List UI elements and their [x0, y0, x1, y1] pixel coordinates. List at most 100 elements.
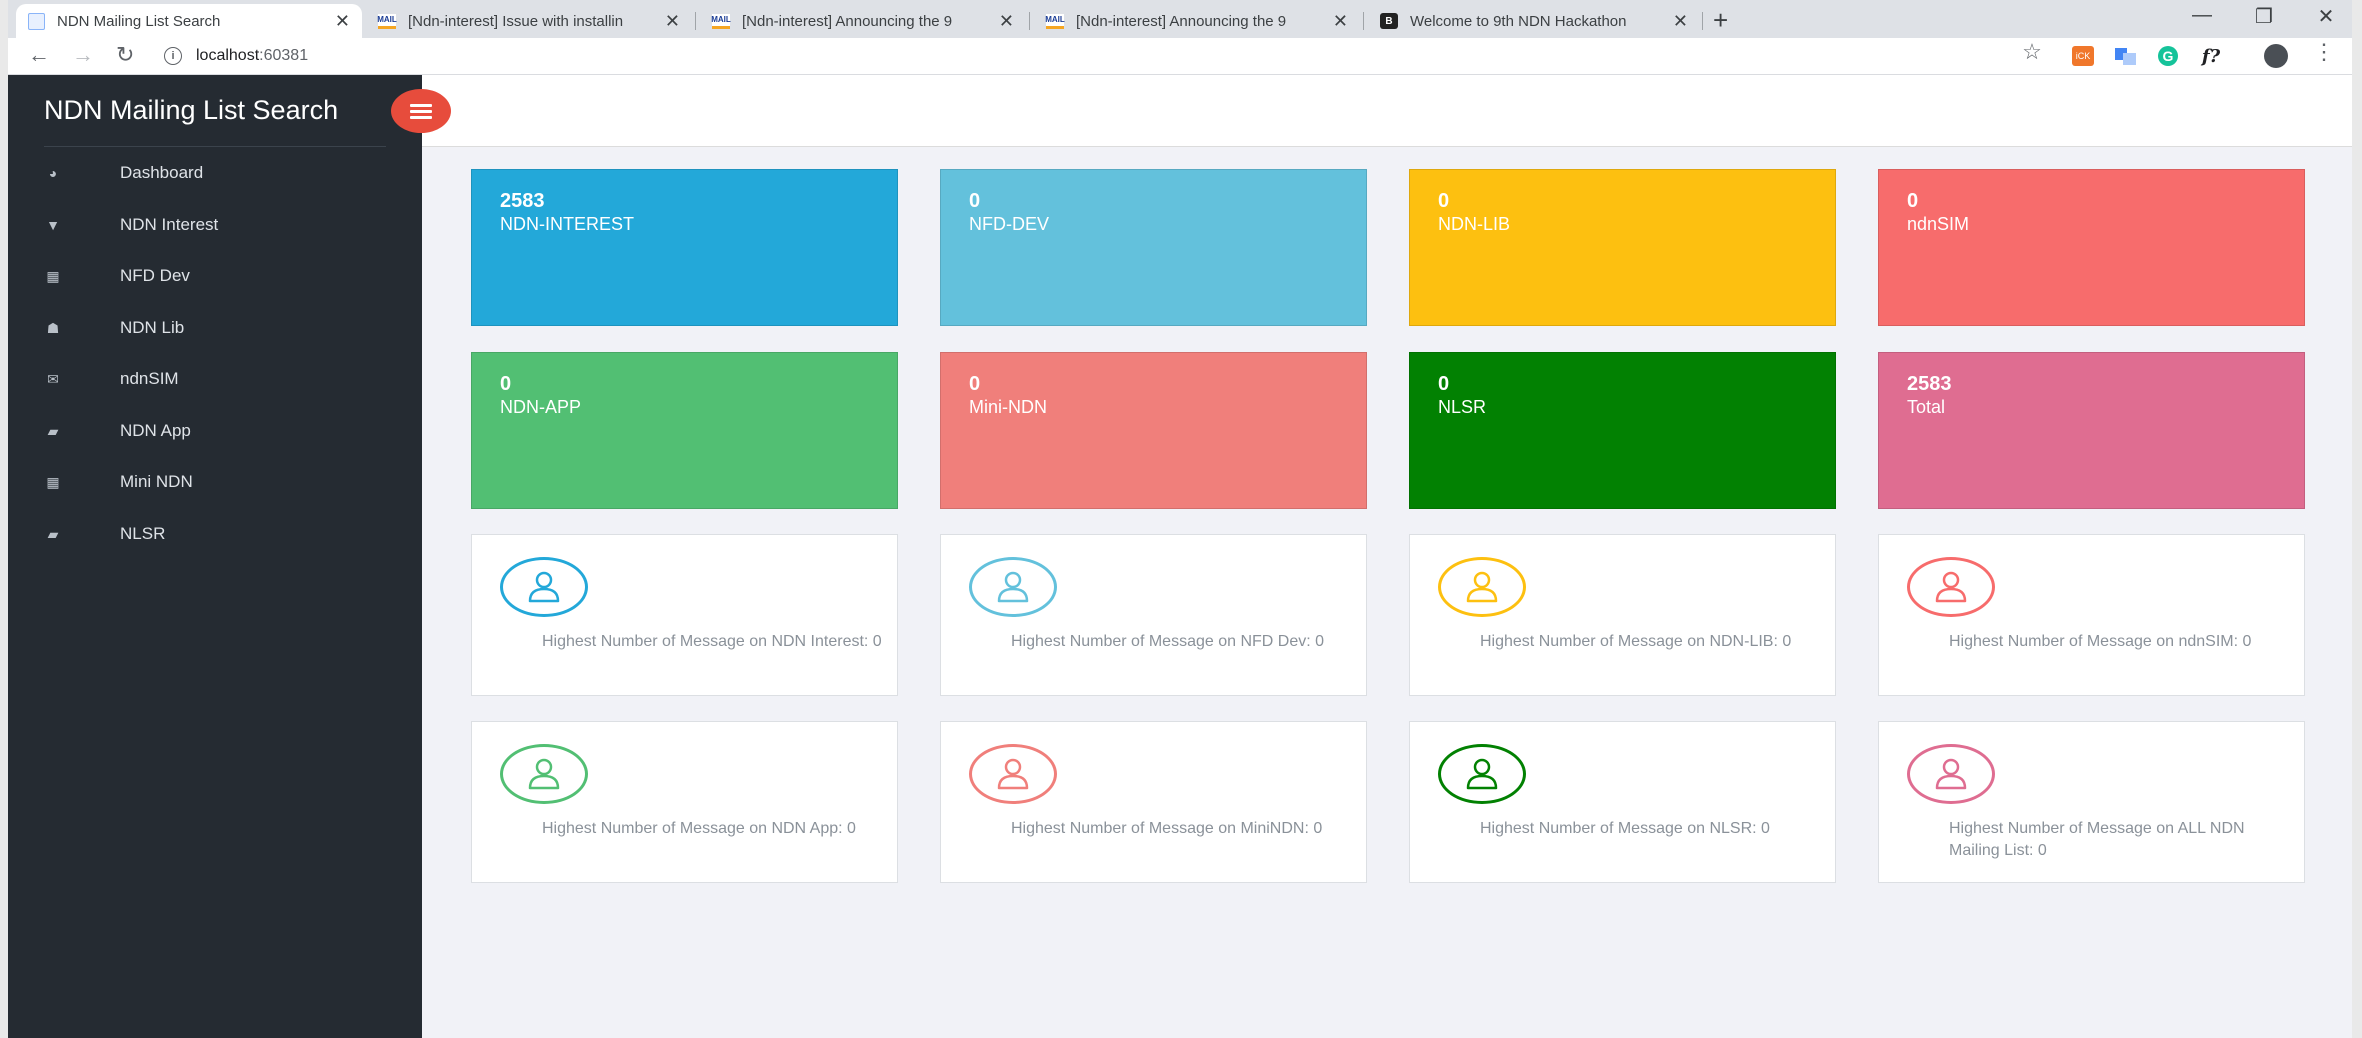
close-window-button[interactable]: ✕ — [2306, 4, 2346, 29]
brand-title[interactable]: NDN Mailing List Search — [44, 95, 338, 126]
user-icon — [500, 744, 588, 804]
tab-title: [Ndn-interest] Announcing the 9 — [742, 12, 953, 30]
tile-label: NLSR — [1438, 397, 1487, 417]
tile-label: Total — [1907, 397, 1946, 417]
stat-text: Highest Number of Message on ALL NDN Mai… — [1949, 820, 2245, 859]
close-tab-icon[interactable]: ✕ — [999, 11, 1014, 32]
stat-text: Highest Number of Message on MiniNDN: 0 — [1011, 820, 1323, 837]
count-tile-ndnsim[interactable]: 0 ndnSIM — [1878, 169, 2305, 326]
brand-divider — [44, 146, 386, 147]
envelope-icon: ✉ — [47, 370, 59, 387]
tab-ndn-hackathon[interactable]: B Welcome to 9th NDN Hackathon ✕ — [1368, 4, 1700, 38]
count-tile-ndn-interest[interactable]: 2583 NDN-INTEREST — [471, 169, 898, 326]
tile-count: 0 — [1438, 373, 1450, 395]
tile-count: 2583 — [500, 190, 545, 212]
count-tile-nlsr[interactable]: 0 NLSR — [1409, 352, 1836, 509]
sidebar-item-ndn-interest[interactable]: ▼ NDN Interest — [8, 205, 422, 245]
new-tab-button[interactable]: + — [1713, 5, 1728, 36]
restore-button[interactable]: ❐ — [2244, 4, 2284, 29]
mailman-icon: MAIL — [1045, 13, 1065, 29]
profile-avatar[interactable] — [2264, 44, 2288, 68]
tile-count: 0 — [969, 190, 981, 212]
info-icon[interactable]: i — [164, 47, 182, 65]
dashboard-icon: ◕ — [48, 165, 58, 181]
sidebar-item-ndn-lib[interactable]: ☗ NDN Lib — [8, 308, 422, 348]
stat-card-mini-ndn: Highest Number of Message on MiniNDN: 0 — [940, 721, 1367, 883]
tab-separator — [1029, 12, 1030, 30]
mailman-icon: MAIL — [377, 13, 397, 29]
tab-announcing-2[interactable]: MAIL [Ndn-interest] Announcing the 9 ✕ — [1034, 4, 1360, 38]
browser-window: NDN Mailing List Search ✕ MAIL [Ndn-inte… — [8, 0, 2352, 1038]
reload-button[interactable]: ↻ — [116, 42, 134, 68]
close-tab-icon[interactable]: ✕ — [1333, 11, 1348, 32]
user-icon — [969, 744, 1057, 804]
back-button[interactable]: ← — [28, 42, 50, 68]
tile-label: Mini-NDN — [969, 397, 1047, 417]
sidebar-item-nlsr[interactable]: ▰ NLSR — [8, 514, 422, 554]
sidebar-item-dashboard[interactable]: ◕ Dashboard — [8, 153, 422, 193]
tile-count: 2583 — [1907, 373, 1952, 395]
sidebar: NDN Mailing List Search ◕ Dashboard ▼ ND… — [8, 75, 422, 1038]
tab-title: [Ndn-interest] Announcing the 9 — [1076, 12, 1287, 30]
minimize-button[interactable]: — — [2182, 4, 2222, 27]
stat-text: Highest Number of Message on NDN App: 0 — [542, 820, 856, 837]
page-icon — [28, 12, 45, 30]
user-icon — [500, 557, 588, 617]
chrome-menu-icon[interactable]: ⋮ — [2313, 39, 2335, 64]
forward-button[interactable]: → — [72, 42, 94, 68]
stat-text: Highest Number of Message on NDN-LIB: 0 — [1480, 633, 1792, 650]
tab-separator — [695, 12, 696, 30]
tab-issue-with-installing[interactable]: MAIL [Ndn-interest] Issue with installin… — [366, 4, 692, 38]
sidebar-item-mini-ndn[interactable]: ▦ Mini NDN — [8, 462, 422, 502]
stat-text: Highest Number of Message on NLSR: 0 — [1480, 820, 1770, 837]
sidebar-item-label: NLSR — [120, 524, 166, 543]
sidebar-item-ndn-app[interactable]: ▰ NDN App — [8, 411, 422, 451]
url-host: localhost — [196, 47, 260, 64]
translate-extension-icon[interactable] — [2114, 46, 2138, 66]
tab-separator — [1702, 12, 1703, 30]
table-icon: ▦ — [46, 267, 60, 284]
bars-icon — [410, 109, 432, 113]
ick-extension-icon[interactable]: iCK — [2072, 46, 2094, 66]
sidebar-item-nfd-dev[interactable]: ▦ NFD Dev — [8, 256, 422, 296]
page-content: NDN Mailing List Search ◕ Dashboard ▼ ND… — [8, 75, 2352, 1038]
count-tile-ndn-lib[interactable]: 0 NDN-LIB — [1409, 169, 1836, 326]
stat-text: Highest Number of Message on NFD Dev: 0 — [1011, 633, 1325, 650]
table-icon: ▦ — [46, 473, 60, 490]
sidebar-item-label: NDN App — [120, 421, 191, 440]
user-icon — [1907, 744, 1995, 804]
tile-label: NDN-APP — [500, 397, 582, 417]
stat-card-ndnsim: Highest Number of Message on ndnSIM: 0 — [1878, 534, 2305, 696]
sidebar-item-label: Mini NDN — [120, 472, 193, 491]
cocktail-icon: ▼ — [46, 217, 60, 233]
tab-title: Welcome to 9th NDN Hackathon — [1410, 12, 1627, 30]
close-tab-icon[interactable]: ✕ — [1673, 11, 1688, 32]
tab-announcing-1[interactable]: MAIL [Ndn-interest] Announcing the 9 ✕ — [700, 4, 1026, 38]
tab-ndn-mailing-list-search[interactable]: NDN Mailing List Search ✕ — [16, 4, 362, 38]
sidebar-item-label: Dashboard — [120, 163, 204, 182]
sidebar-item-label: NFD Dev — [120, 266, 190, 285]
book-icon: ▰ — [47, 422, 59, 439]
sidebar-item-ndnsim[interactable]: ✉ ndnSIM — [8, 359, 422, 399]
user-icon — [1438, 557, 1526, 617]
stat-card-ndn-app: Highest Number of Message on NDN App: 0 — [471, 721, 898, 883]
close-tab-icon[interactable]: ✕ — [335, 11, 350, 32]
count-tile-ndn-app[interactable]: 0 NDN-APP — [471, 352, 898, 509]
count-tile-total[interactable]: 2583 Total — [1878, 352, 2305, 509]
tile-label: NFD-DEV — [969, 214, 1049, 234]
close-tab-icon[interactable]: ✕ — [665, 11, 680, 32]
stat-card-nlsr: Highest Number of Message on NLSR: 0 — [1409, 721, 1836, 883]
bookmark-star-icon[interactable]: ☆ — [2020, 39, 2044, 64]
stat-card-nfd-dev: Highest Number of Message on NFD Dev: 0 — [940, 534, 1367, 696]
tab-title: NDN Mailing List Search — [57, 12, 221, 30]
tab-strip: NDN Mailing List Search ✕ MAIL [Ndn-inte… — [8, 0, 2352, 38]
count-tile-mini-ndn[interactable]: 0 Mini-NDN — [940, 352, 1367, 509]
address-bar[interactable]: i localhost:60381 — [164, 42, 2044, 70]
menu-toggle-button[interactable] — [391, 89, 451, 133]
font-extension-icon[interactable]: f? — [2196, 46, 2226, 67]
grammarly-extension-icon[interactable]: G — [2158, 46, 2178, 66]
count-tile-nfd-dev[interactable]: 0 NFD-DEV — [940, 169, 1367, 326]
user-icon — [1907, 557, 1995, 617]
tile-label: NDN-LIB — [1438, 214, 1511, 234]
tile-label: ndnSIM — [1907, 214, 1970, 234]
